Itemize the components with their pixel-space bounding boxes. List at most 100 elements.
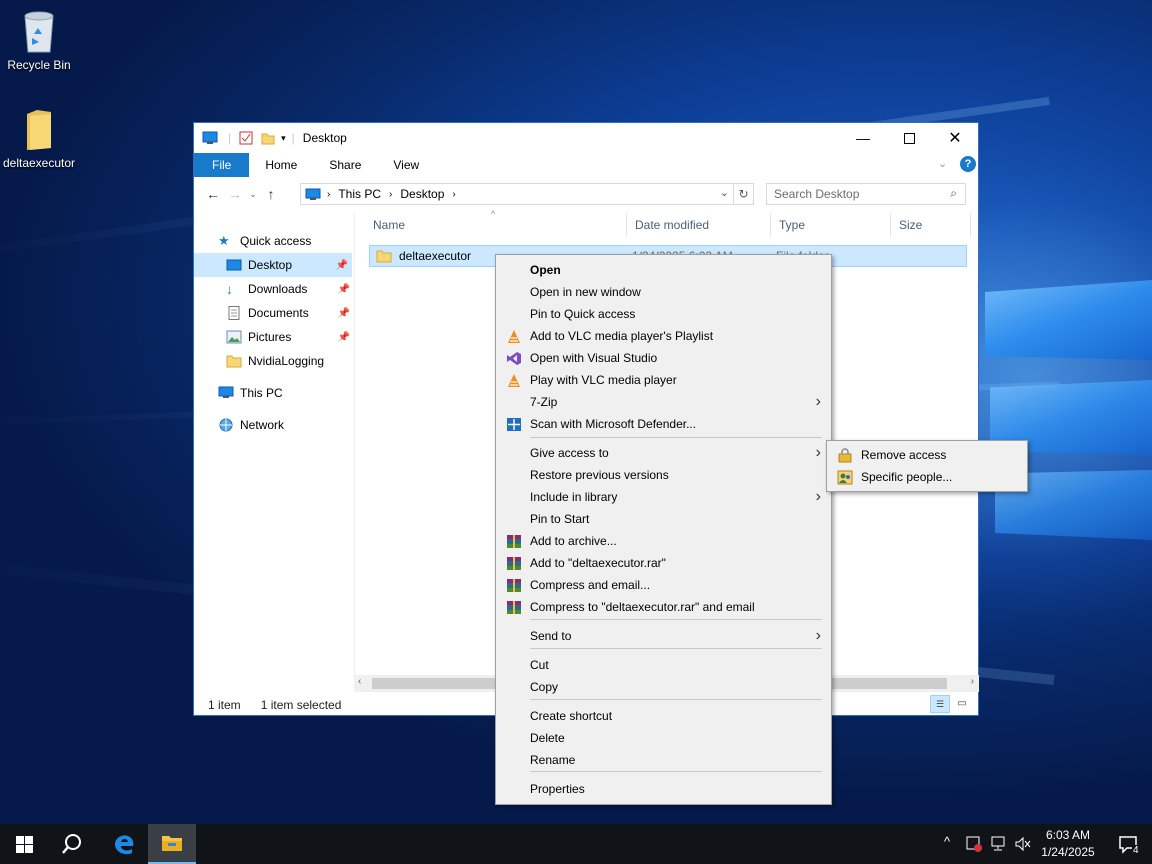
- volume-muted-icon[interactable]: [1014, 836, 1032, 852]
- chevron-right-icon: ›: [815, 627, 821, 644]
- menu-item-restore-versions[interactable]: Restore previous versions: [496, 464, 831, 486]
- action-center-button[interactable]: 4: [1104, 824, 1152, 864]
- maximize-button[interactable]: [886, 123, 932, 153]
- menu-item-compress-rar-email[interactable]: Compress to "deltaexecutor.rar" and emai…: [496, 596, 831, 618]
- nav-label: Downloads: [248, 282, 308, 296]
- help-icon[interactable]: ?: [960, 156, 976, 172]
- nav-network[interactable]: Network: [194, 413, 354, 437]
- menu-item-give-access[interactable]: Give access to ›: [496, 442, 831, 464]
- nav-downloads[interactable]: ↓ Downloads 📌: [194, 277, 354, 301]
- file-explorer-taskbar-button[interactable]: [148, 824, 196, 864]
- recent-locations-icon[interactable]: ⌄: [246, 189, 260, 200]
- menu-item-add-rar[interactable]: Add to "deltaexecutor.rar": [496, 552, 831, 574]
- close-icon: ✕: [948, 130, 962, 147]
- breadcrumb-desktop[interactable]: Desktop: [400, 187, 444, 201]
- chevron-right-icon[interactable]: ›: [452, 189, 455, 200]
- properties-icon[interactable]: [239, 131, 253, 145]
- search-icon: ⌕: [950, 186, 957, 200]
- menu-item-open-new-window[interactable]: Open in new window: [496, 281, 831, 303]
- forward-arrow-icon[interactable]: →: [224, 186, 246, 202]
- chevron-right-icon: ›: [389, 188, 393, 200]
- menu-item-label: Compress to "deltaexecutor.rar" and emai…: [530, 600, 755, 614]
- clock[interactable]: 6:03 AM 1/24/2025: [1036, 827, 1100, 861]
- address-bar[interactable]: › This PC › Desktop › ⌄ ↻: [300, 183, 754, 205]
- menu-item-label: Add to VLC media player's Playlist: [530, 329, 714, 343]
- search-input[interactable]: Search Desktop ⌕: [766, 183, 966, 205]
- tab-view[interactable]: View: [377, 153, 435, 177]
- large-icons-view-icon[interactable]: ▭: [954, 696, 970, 712]
- tab-home[interactable]: Home: [249, 153, 313, 177]
- menu-item-play-vlc[interactable]: Play with VLC media player: [496, 369, 831, 391]
- menu-item-include-library[interactable]: Include in library ›: [496, 486, 831, 508]
- customize-qat-icon[interactable]: ▾: [281, 133, 286, 144]
- nav-documents[interactable]: Documents 📌: [194, 301, 354, 325]
- menu-item-send-to[interactable]: Send to ›: [496, 625, 831, 647]
- menu-item-label: Remove access: [861, 448, 947, 462]
- column-header-name[interactable]: Name: [365, 213, 627, 237]
- address-dropdown-icon[interactable]: ⌄: [720, 186, 729, 199]
- close-button[interactable]: ✕: [932, 123, 978, 153]
- recycle-bin-icon: [24, 11, 54, 53]
- menu-item-properties[interactable]: Properties: [496, 778, 831, 800]
- security-alert-icon[interactable]: [966, 836, 982, 852]
- scroll-right-icon[interactable]: ›: [971, 676, 974, 687]
- menu-item-create-shortcut[interactable]: Create shortcut: [496, 705, 831, 727]
- menu-item-pin-start[interactable]: Pin to Start: [496, 508, 831, 530]
- edge-button[interactable]: [100, 824, 148, 864]
- menu-item-label: Send to: [530, 629, 572, 643]
- nav-label: Documents: [248, 306, 309, 320]
- show-hidden-icons-icon[interactable]: ^: [944, 834, 950, 849]
- menu-item-copy[interactable]: Copy: [496, 676, 831, 698]
- desktop-icon-recycle-bin[interactable]: Recycle Bin: [0, 8, 78, 72]
- pin-icon[interactable]: 📌: [338, 284, 350, 295]
- menu-item-add-archive[interactable]: Add to archive...: [496, 530, 831, 552]
- column-header-size[interactable]: Size: [891, 213, 971, 237]
- menu-item-pin-quick-access[interactable]: Pin to Quick access: [496, 303, 831, 325]
- menu-item-rename[interactable]: Rename: [496, 749, 831, 771]
- tab-file[interactable]: File: [194, 153, 250, 177]
- nav-label: Network: [240, 418, 285, 432]
- menu-item-add-vlc-playlist[interactable]: Add to VLC media player's Playlist: [496, 325, 831, 347]
- separator: |: [291, 131, 295, 145]
- back-arrow-icon[interactable]: ←: [202, 186, 224, 202]
- nav-this-pc[interactable]: This PC: [194, 381, 354, 405]
- menu-item-open[interactable]: Open: [496, 259, 831, 281]
- column-header-date[interactable]: Date modified: [627, 213, 771, 237]
- pin-icon[interactable]: 📌: [336, 260, 348, 271]
- breadcrumb-this-pc[interactable]: This PC: [338, 187, 381, 201]
- menu-item-compress-email[interactable]: Compress and email...: [496, 574, 831, 596]
- desktop-icon-deltaexecutor[interactable]: deltaexecutor: [0, 108, 78, 170]
- menu-item-remove-access[interactable]: Remove access: [827, 444, 1027, 466]
- details-view-icon[interactable]: ☰: [930, 695, 950, 713]
- scroll-left-icon[interactable]: ‹: [358, 676, 361, 687]
- pin-icon[interactable]: 📌: [338, 308, 350, 319]
- network-status-icon[interactable]: [990, 836, 1008, 852]
- menu-item-label: Restore previous versions: [530, 468, 669, 482]
- new-folder-icon[interactable]: [261, 131, 275, 145]
- minimize-button[interactable]: —: [840, 123, 886, 153]
- menu-item-specific-people[interactable]: Specific people...: [827, 466, 1027, 488]
- nav-quick-access[interactable]: ★ Quick access: [194, 229, 354, 253]
- menu-item-7-zip[interactable]: 7-Zip ›: [496, 391, 831, 413]
- chevron-right-icon: ›: [815, 444, 821, 461]
- menu-item-scan-defender[interactable]: Scan with Microsoft Defender...: [496, 413, 831, 435]
- nav-desktop[interactable]: Desktop 📌: [194, 253, 352, 277]
- expand-ribbon-icon[interactable]: ⌄: [938, 157, 947, 170]
- up-arrow-icon[interactable]: ↑: [260, 186, 282, 202]
- title-bar[interactable]: | ▾ | Desktop — ✕: [194, 123, 978, 153]
- search-button[interactable]: [48, 824, 96, 864]
- nav-nvidialogging[interactable]: NvidiaLogging: [194, 349, 354, 373]
- menu-item-label: Add to archive...: [530, 534, 617, 548]
- documents-icon: [228, 306, 240, 320]
- refresh-icon[interactable]: ↻: [733, 184, 753, 204]
- menu-item-delete[interactable]: Delete: [496, 727, 831, 749]
- column-header-type[interactable]: Type: [771, 213, 891, 237]
- menu-item-open-visual-studio[interactable]: Open with Visual Studio: [496, 347, 831, 369]
- menu-item-label: Play with VLC media player: [530, 373, 677, 387]
- start-button[interactable]: [0, 824, 48, 864]
- clock-time: 6:03 AM: [1045, 828, 1091, 842]
- pin-icon[interactable]: 📌: [338, 332, 350, 343]
- tab-share[interactable]: Share: [313, 153, 377, 177]
- menu-item-cut[interactable]: Cut: [496, 654, 831, 676]
- nav-pictures[interactable]: Pictures 📌: [194, 325, 354, 349]
